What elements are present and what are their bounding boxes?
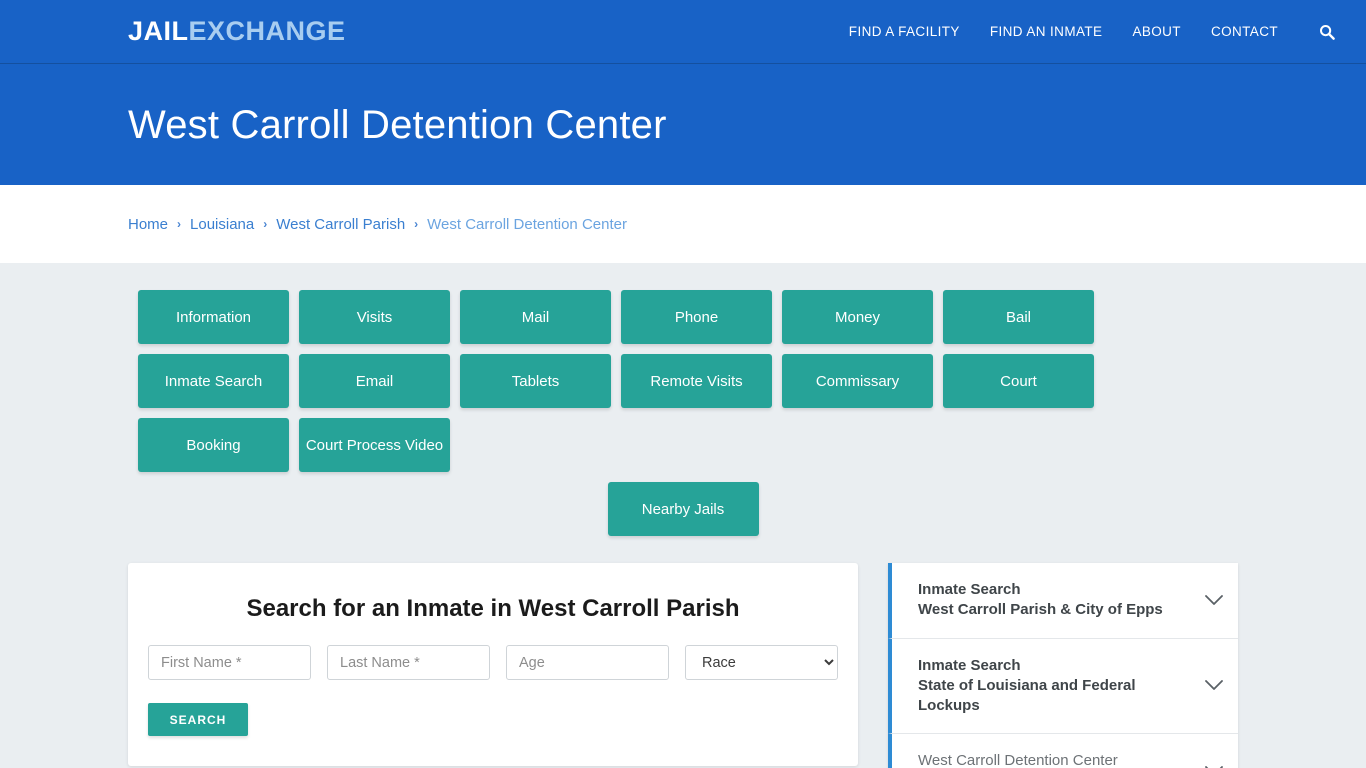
primary-navigation: FIND A FACILITY FIND AN INMATE ABOUT CON…	[849, 21, 1338, 43]
content-columns: Search for an Inmate in West Carroll Par…	[128, 563, 1238, 768]
page-title-band: West Carroll Detention Center	[0, 64, 1366, 185]
accordion-item-line1: Inmate Search	[918, 581, 1021, 598]
quick-links-grid: Information Visits Mail Phone Money Bail…	[133, 285, 1233, 541]
logo-text-secondary: EXCHANGE	[188, 16, 346, 46]
chevron-down-icon[interactable]	[1204, 590, 1224, 610]
accordion-item-line2: West Carroll Parish & City of Epps	[918, 601, 1163, 619]
accordion-item-contact-information[interactable]: West Carroll Detention Center Contact In…	[888, 734, 1238, 768]
breadcrumb: Home › Louisiana › West Carroll Parish ›…	[128, 216, 627, 233]
breadcrumb-band: Home › Louisiana › West Carroll Parish ›…	[0, 185, 1366, 263]
left-column: Search for an Inmate in West Carroll Par…	[128, 563, 858, 768]
quick-link-mail[interactable]: Mail	[460, 290, 611, 344]
breadcrumb-item-louisiana[interactable]: Louisiana	[190, 216, 254, 233]
site-logo[interactable]: JAILEXCHANGE	[128, 18, 346, 45]
search-field-row: Race	[148, 645, 838, 680]
quick-link-information[interactable]: Information	[138, 290, 289, 344]
nav-item-find-an-inmate[interactable]: FIND AN INMATE	[990, 24, 1103, 39]
quick-link-court[interactable]: Court	[943, 354, 1094, 408]
breadcrumb-item-home[interactable]: Home	[128, 216, 168, 233]
quick-link-commissary[interactable]: Commissary	[782, 354, 933, 408]
search-icon[interactable]	[1316, 21, 1338, 43]
nav-item-contact[interactable]: CONTACT	[1211, 24, 1278, 39]
accordion-item-inmate-search-state[interactable]: Inmate Search State of Louisiana and Fed…	[888, 638, 1238, 735]
logo-text-primary: JAIL	[128, 16, 189, 46]
inmate-search-card: Search for an Inmate in West Carroll Par…	[128, 563, 858, 766]
quick-link-email[interactable]: Email	[299, 354, 450, 408]
main-content: Information Visits Mail Phone Money Bail…	[0, 263, 1366, 768]
quick-link-money[interactable]: Money	[782, 290, 933, 344]
race-select[interactable]: Race	[685, 645, 838, 680]
sidebar-accordion: Inmate Search West Carroll Parish & City…	[888, 563, 1238, 768]
quick-link-phone[interactable]: Phone	[621, 290, 772, 344]
breadcrumb-item-west-carroll-parish[interactable]: West Carroll Parish	[276, 216, 405, 233]
accordion-item-inmate-search-parish[interactable]: Inmate Search West Carroll Parish & City…	[888, 563, 1238, 639]
accordion-item-text: Inmate Search State of Louisiana and Fed…	[918, 656, 1192, 717]
site-header: JAILEXCHANGE FIND A FACILITY FIND AN INM…	[0, 0, 1366, 64]
first-name-input[interactable]	[148, 645, 311, 680]
search-button[interactable]: SEARCH	[148, 703, 248, 736]
breadcrumb-item-current: West Carroll Detention Center	[427, 215, 627, 233]
accordion-item-line1: West Carroll Detention Center	[918, 752, 1118, 768]
nav-item-about[interactable]: ABOUT	[1132, 24, 1181, 39]
quick-link-tablets[interactable]: Tablets	[460, 354, 611, 408]
quick-links-last-row: Nearby Jails	[133, 477, 1233, 541]
accordion-item-line2: State of Louisiana and Federal Lockups	[918, 676, 1136, 714]
accordion-item-text: Inmate Search West Carroll Parish & City…	[918, 580, 1192, 621]
nav-item-find-a-facility[interactable]: FIND A FACILITY	[849, 24, 960, 39]
last-name-input[interactable]	[327, 645, 490, 680]
quick-link-remote-visits[interactable]: Remote Visits	[621, 354, 772, 408]
quick-link-inmate-search[interactable]: Inmate Search	[138, 354, 289, 408]
accordion-item-text: West Carroll Detention Center Contact In…	[918, 751, 1192, 768]
chevron-right-icon: ›	[263, 217, 268, 231]
quick-link-nearby-jails[interactable]: Nearby Jails	[607, 482, 759, 536]
quick-link-bail[interactable]: Bail	[943, 290, 1094, 344]
chevron-down-icon[interactable]	[1204, 676, 1224, 696]
quick-link-court-process-video[interactable]: Court Process Video	[299, 418, 450, 472]
chevron-right-icon: ›	[177, 217, 182, 231]
chevron-down-icon[interactable]	[1204, 762, 1224, 768]
right-column: Inmate Search West Carroll Parish & City…	[888, 563, 1238, 768]
accordion-item-line1: Inmate Search	[918, 656, 1021, 674]
age-input[interactable]	[506, 645, 669, 680]
chevron-right-icon: ›	[414, 217, 419, 231]
quick-link-booking[interactable]: Booking	[138, 418, 289, 472]
search-card-heading: Search for an Inmate in West Carroll Par…	[246, 595, 740, 622]
page-title: West Carroll Detention Center	[128, 102, 667, 147]
quick-link-visits[interactable]: Visits	[299, 290, 450, 344]
